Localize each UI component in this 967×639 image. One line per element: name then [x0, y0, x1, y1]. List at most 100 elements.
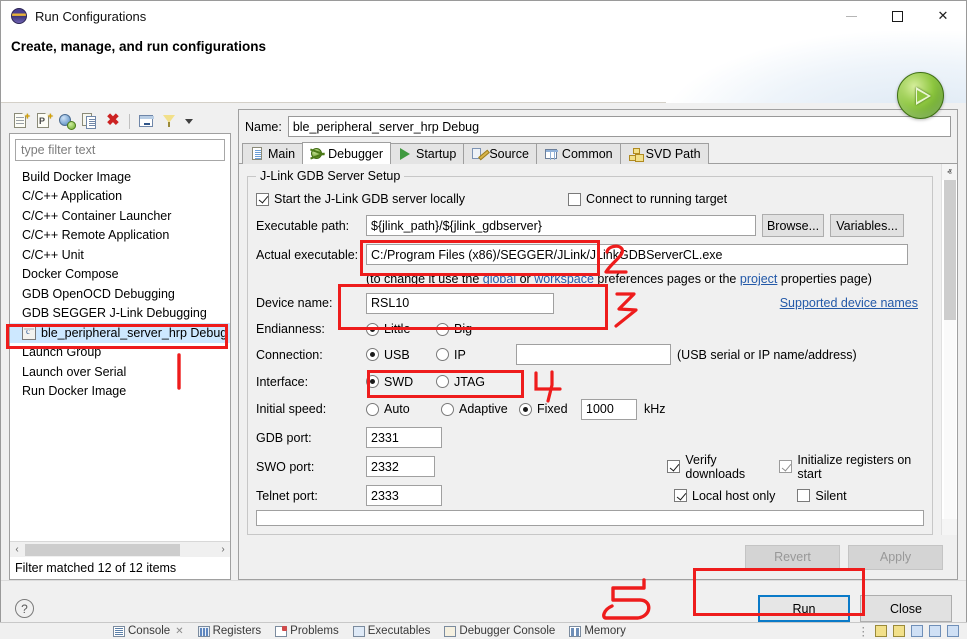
swo-port-input[interactable]: 2332: [366, 456, 435, 477]
console-icon: [113, 626, 125, 637]
other-options-input[interactable]: [256, 510, 924, 526]
list-item-label: Docker Compose: [22, 267, 119, 281]
list-item[interactable]: C/C++ Remote Application: [10, 226, 230, 246]
start-jlink-server-checkbox[interactable]: Start the J-Link GDB server locally: [256, 192, 465, 206]
global-preferences-link[interactable]: global: [483, 272, 516, 286]
pin-icon[interactable]: [875, 625, 887, 637]
scroll-thumb[interactable]: [25, 544, 180, 556]
clear-icon[interactable]: [911, 625, 923, 637]
debugger-tab-icon: [310, 147, 324, 161]
initial-speed-input[interactable]: 1000: [581, 399, 637, 420]
filter-icon[interactable]: [159, 111, 179, 131]
list-item[interactable]: GDB SEGGER J-Link Debugging: [10, 304, 230, 324]
maximize-button[interactable]: [874, 1, 920, 31]
scroll-down-icon[interactable]: ⱟ: [942, 519, 958, 535]
workspace-preferences-link[interactable]: workspace: [534, 272, 594, 286]
list-item[interactable]: C/C++ Unit: [10, 245, 230, 265]
list-item[interactable]: C/C++ Container Launcher: [10, 206, 230, 226]
scroll-left-icon[interactable]: ‹: [10, 544, 24, 555]
tab-main[interactable]: Main: [242, 143, 303, 164]
list-item[interactable]: Launch over Serial: [10, 362, 230, 382]
initial-speed-label: Initial speed:: [256, 402, 366, 416]
connection-usb-radio[interactable]: USB: [366, 348, 436, 362]
view-tab-debugger-console[interactable]: Debugger Console: [437, 625, 562, 637]
name-input[interactable]: ble_peripheral_server_hrp Debug: [288, 116, 951, 137]
scroll-lock-icon[interactable]: [893, 625, 905, 637]
tab-label: Debugger: [328, 147, 383, 161]
view-tab-registers[interactable]: Registers: [191, 625, 269, 637]
export-launch-configuration-icon[interactable]: [57, 111, 77, 131]
scroll-thumb[interactable]: [944, 180, 956, 320]
title-bar: Run Configurations ✕: [1, 1, 966, 31]
duplicate-icon[interactable]: [80, 111, 100, 131]
tab-source[interactable]: Source: [463, 143, 537, 164]
view-tab-executables[interactable]: Executables: [346, 625, 438, 637]
list-item[interactable]: Build Docker Image: [10, 167, 230, 187]
filter-input[interactable]: type filter text: [15, 139, 225, 161]
connection-ip-radio[interactable]: IP: [436, 348, 516, 362]
list-item[interactable]: GDB OpenOCD Debugging: [10, 284, 230, 304]
window-title: Run Configurations: [35, 9, 146, 24]
close-icon[interactable]: ✕: [175, 626, 183, 637]
silent-checkbox[interactable]: Silent: [797, 489, 846, 503]
project-properties-link[interactable]: project: [740, 272, 778, 286]
list-item-label: ble_peripheral_server_hrp Debug: [41, 326, 227, 340]
view-tab-problems[interactable]: Problems: [268, 625, 346, 637]
configurations-horizontal-scrollbar[interactable]: ‹ ›: [10, 541, 230, 557]
scroll-right-icon[interactable]: ›: [216, 544, 230, 555]
gdb-port-input[interactable]: 2331: [366, 427, 442, 448]
debugger-vertical-scrollbar[interactable]: ⱏ ⱟ: [941, 164, 957, 535]
connection-address-input[interactable]: [516, 344, 671, 365]
new-prototype-icon[interactable]: P +: [34, 111, 54, 131]
delete-icon[interactable]: ✖: [103, 111, 123, 131]
endianness-big-radio[interactable]: Big: [436, 322, 472, 336]
sidebar-item-ble-peripheral-server-hrp-debug[interactable]: ble_peripheral_server_hrp Debug: [10, 323, 230, 343]
browse-button[interactable]: Browse...: [762, 214, 824, 237]
device-name-field[interactable]: RSL10: [366, 293, 554, 314]
variables-button[interactable]: Variables...: [830, 214, 904, 237]
local-host-only-checkbox[interactable]: Local host only: [674, 489, 775, 503]
new-launch-configuration-icon[interactable]: +: [11, 111, 31, 131]
initial-speed-auto-radio[interactable]: Auto: [366, 402, 441, 416]
executable-path-input[interactable]: ${jlink_path}/${jlink_gdbserver}: [366, 215, 756, 236]
svd-path-tab-icon: [628, 147, 642, 161]
revert-button[interactable]: Revert: [745, 545, 840, 570]
configurations-list[interactable]: Build Docker Image C/C++ Application C/C…: [10, 165, 230, 541]
interface-jtag-radio[interactable]: JTAG: [436, 375, 485, 389]
registers-icon: [198, 626, 210, 637]
close-button[interactable]: ✕: [920, 1, 966, 31]
view-tab-console[interactable]: Console ✕: [106, 625, 191, 637]
scroll-up-icon[interactable]: ⱏ: [942, 164, 958, 180]
supported-device-names-link[interactable]: Supported device names: [780, 296, 918, 310]
close-dialog-button[interactable]: Close: [860, 595, 952, 622]
list-item[interactable]: Launch Group: [10, 343, 230, 363]
run-button[interactable]: Run: [758, 595, 850, 622]
initial-speed-adaptive-radio[interactable]: Adaptive: [441, 402, 519, 416]
tab-common[interactable]: Common: [536, 143, 621, 164]
play-triangle-inner-icon: [917, 90, 928, 102]
telnet-port-input[interactable]: 2333: [366, 485, 442, 506]
endianness-little-radio[interactable]: Little: [366, 322, 436, 336]
connect-to-running-target-checkbox[interactable]: Connect to running target: [568, 192, 727, 206]
tab-svd-path[interactable]: SVD Path: [620, 143, 709, 164]
collapse-all-icon[interactable]: [136, 111, 156, 131]
view-tab-memory[interactable]: Memory: [562, 625, 633, 637]
interface-swd-radio[interactable]: SWD: [366, 375, 436, 389]
list-item[interactable]: Docker Compose: [10, 265, 230, 285]
initial-speed-fixed-radio[interactable]: Fixed: [519, 402, 581, 416]
apply-button[interactable]: Apply: [848, 545, 943, 570]
minimize-button[interactable]: [828, 1, 874, 31]
minimize-view-icon[interactable]: [929, 625, 941, 637]
help-icon[interactable]: ?: [15, 599, 34, 618]
maximize-view-icon[interactable]: [947, 625, 959, 637]
verify-downloads-checkbox[interactable]: Verify downloads: [667, 453, 769, 481]
list-item[interactable]: C/C++ Application: [10, 187, 230, 207]
run-configurations-dialog: Run Configurations ✕ Create, manage, and…: [0, 0, 967, 622]
tab-debugger[interactable]: Debugger: [302, 142, 391, 164]
view-menu-icon[interactable]: [185, 119, 193, 124]
list-item[interactable]: Run Docker Image: [10, 382, 230, 402]
tab-startup[interactable]: Startup: [390, 143, 464, 164]
initialize-registers-checkbox[interactable]: Initialize registers on start: [779, 453, 924, 481]
radio-icon: [366, 375, 379, 388]
view-toolbar: ⋮: [858, 624, 967, 638]
